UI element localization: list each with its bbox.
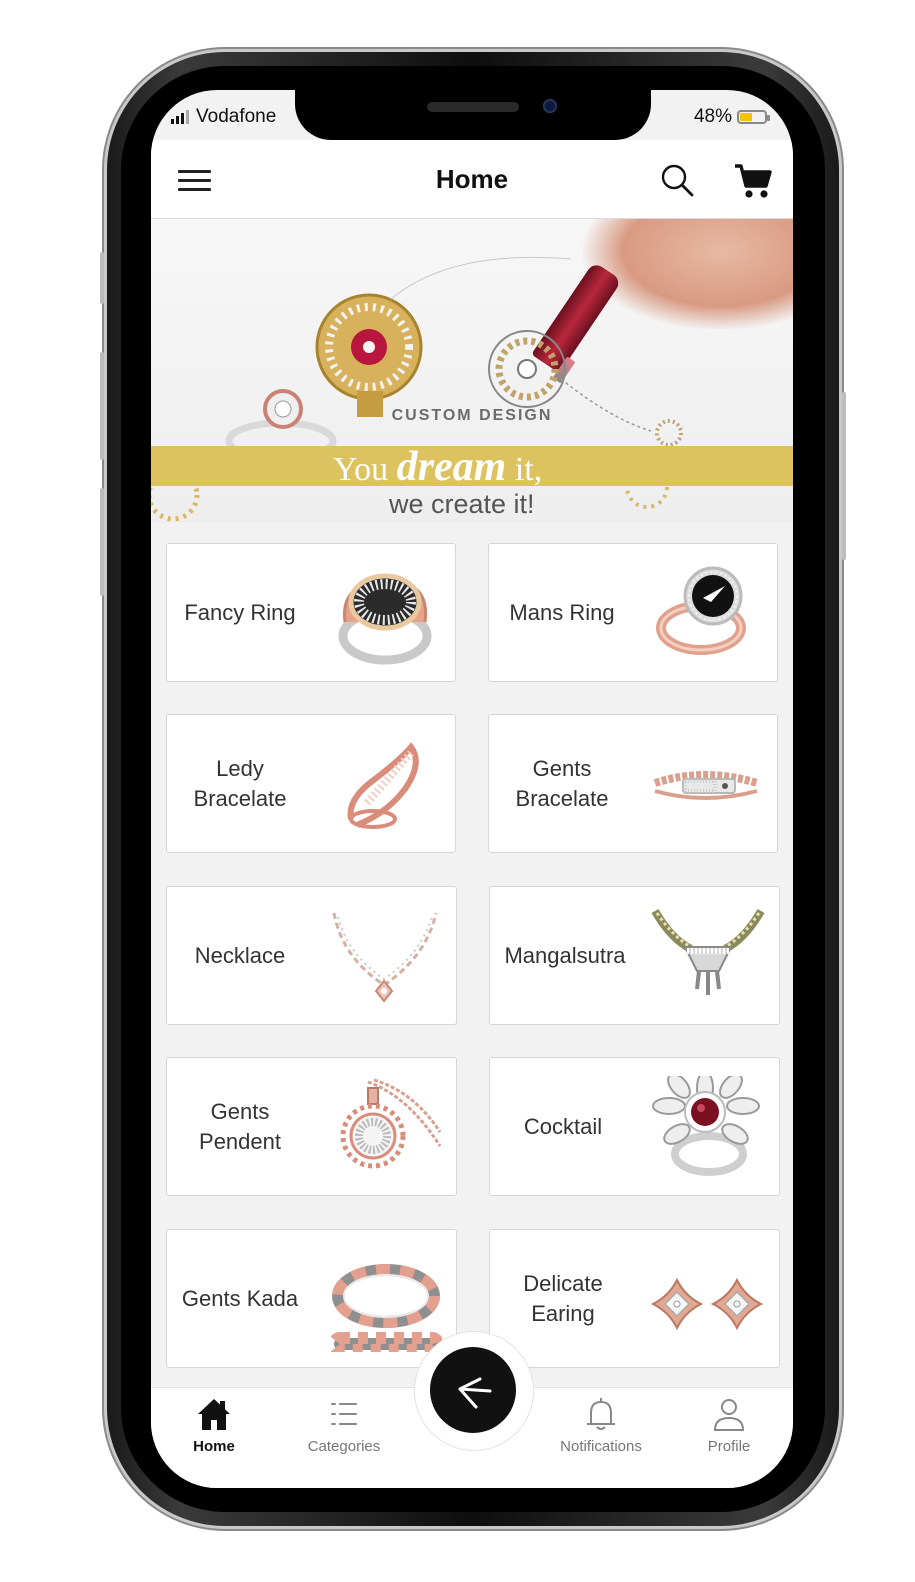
nav-notifications-label: Notifications [560, 1438, 642, 1455]
nav-home[interactable]: Home [159, 1396, 269, 1455]
page-title: Home [435, 164, 509, 194]
slogan-dream: dream [396, 444, 507, 490]
speaker-grille [427, 102, 519, 112]
category-card-ledy-bracelate[interactable]: Ledy Bracelate [166, 714, 456, 853]
app-header: Home [151, 140, 793, 219]
center-action-button[interactable] [430, 1347, 516, 1433]
phone-frame: Vodafone 48% Home CUSTOM DESIGN You drea… [100, 52, 846, 1526]
volume-down-button [100, 488, 104, 596]
mute-switch [100, 252, 104, 304]
category-label: Mans Ring [509, 599, 615, 625]
category-label: Gents Bracelate [515, 755, 609, 811]
gents-pendent-image [340, 1078, 442, 1169]
gents-bracelate-image [653, 771, 759, 800]
category-card-fancy-ring[interactable]: Fancy Ring [166, 543, 456, 682]
cocktail-ring-image [652, 1076, 760, 1176]
banner-slogan-line1: You dream it, [333, 443, 542, 491]
category-label: Gents Pendent [199, 1098, 281, 1154]
nav-categories[interactable]: Categories [289, 1396, 399, 1455]
arrow-back-icon [458, 1377, 492, 1409]
list-icon [331, 1403, 357, 1425]
ledy-bracelate-image [347, 742, 419, 829]
custom-design-banner[interactable]: CUSTOM DESIGN You dream it, we create it… [151, 219, 793, 523]
category-card-gents-bracelate[interactable]: Gents Bracelate [488, 714, 778, 853]
delicate-earing-image [651, 1277, 764, 1331]
category-label: Mangalsutra [504, 942, 626, 968]
signal-icon [171, 110, 189, 124]
category-label: Fancy Ring [184, 599, 296, 625]
nav-categories-label: Categories [307, 1438, 381, 1455]
category-card-gents-pendent[interactable]: Gents Pendent [166, 1057, 457, 1196]
fancy-ring-image [338, 573, 432, 665]
nav-profile-label: Profile [707, 1438, 751, 1455]
slogan-it: it, [514, 451, 543, 488]
battery-percent: 48% [693, 106, 732, 127]
mangalsutra-image [651, 908, 765, 995]
user-icon [713, 1399, 745, 1431]
nav-notifications[interactable]: Notifications [546, 1396, 656, 1455]
banner-caption: CUSTOM DESIGN [391, 407, 553, 424]
category-label: Necklace [194, 942, 286, 968]
category-label: Gents Kada [181, 1285, 299, 1311]
battery-status: 48% [693, 106, 770, 128]
category-label: Cocktail [523, 1113, 603, 1139]
search-icon[interactable] [659, 162, 695, 198]
bell-icon [587, 1398, 615, 1430]
app-screen: Vodafone 48% Home CUSTOM DESIGN You drea… [151, 90, 793, 1488]
battery-icon [737, 110, 770, 124]
slogan-you: You [333, 451, 389, 488]
category-card-cocktail[interactable]: Cocktail [489, 1057, 780, 1196]
category-card-gents-kada[interactable]: Gents Kada [166, 1229, 457, 1368]
front-camera [543, 99, 557, 113]
category-card-mans-ring[interactable]: Mans Ring [488, 543, 778, 682]
shopping-cart-icon[interactable] [733, 162, 773, 200]
power-button [842, 392, 846, 560]
category-label: Ledy Bracelate [193, 755, 287, 811]
nav-profile[interactable]: Profile [674, 1396, 784, 1455]
carrier: Vodafone [171, 106, 276, 128]
mockup-stage: Vodafone 48% Home CUSTOM DESIGN You drea… [0, 0, 915, 1582]
nav-home-label: Home [193, 1438, 235, 1455]
carrier-name: Vodafone [196, 106, 277, 127]
necklace-image [332, 912, 438, 1003]
gents-kada-image [328, 1264, 442, 1352]
banner-slogan-line2: we create it! [389, 489, 535, 519]
notch [295, 90, 651, 140]
category-card-necklace[interactable]: Necklace [166, 886, 457, 1025]
home-icon [198, 1399, 230, 1430]
category-card-mangalsutra[interactable]: Mangalsutra [489, 886, 780, 1025]
mans-ring-image [656, 566, 746, 655]
category-card-delicate-earing[interactable]: Delicate Earing [489, 1229, 780, 1368]
volume-up-button [100, 352, 104, 460]
